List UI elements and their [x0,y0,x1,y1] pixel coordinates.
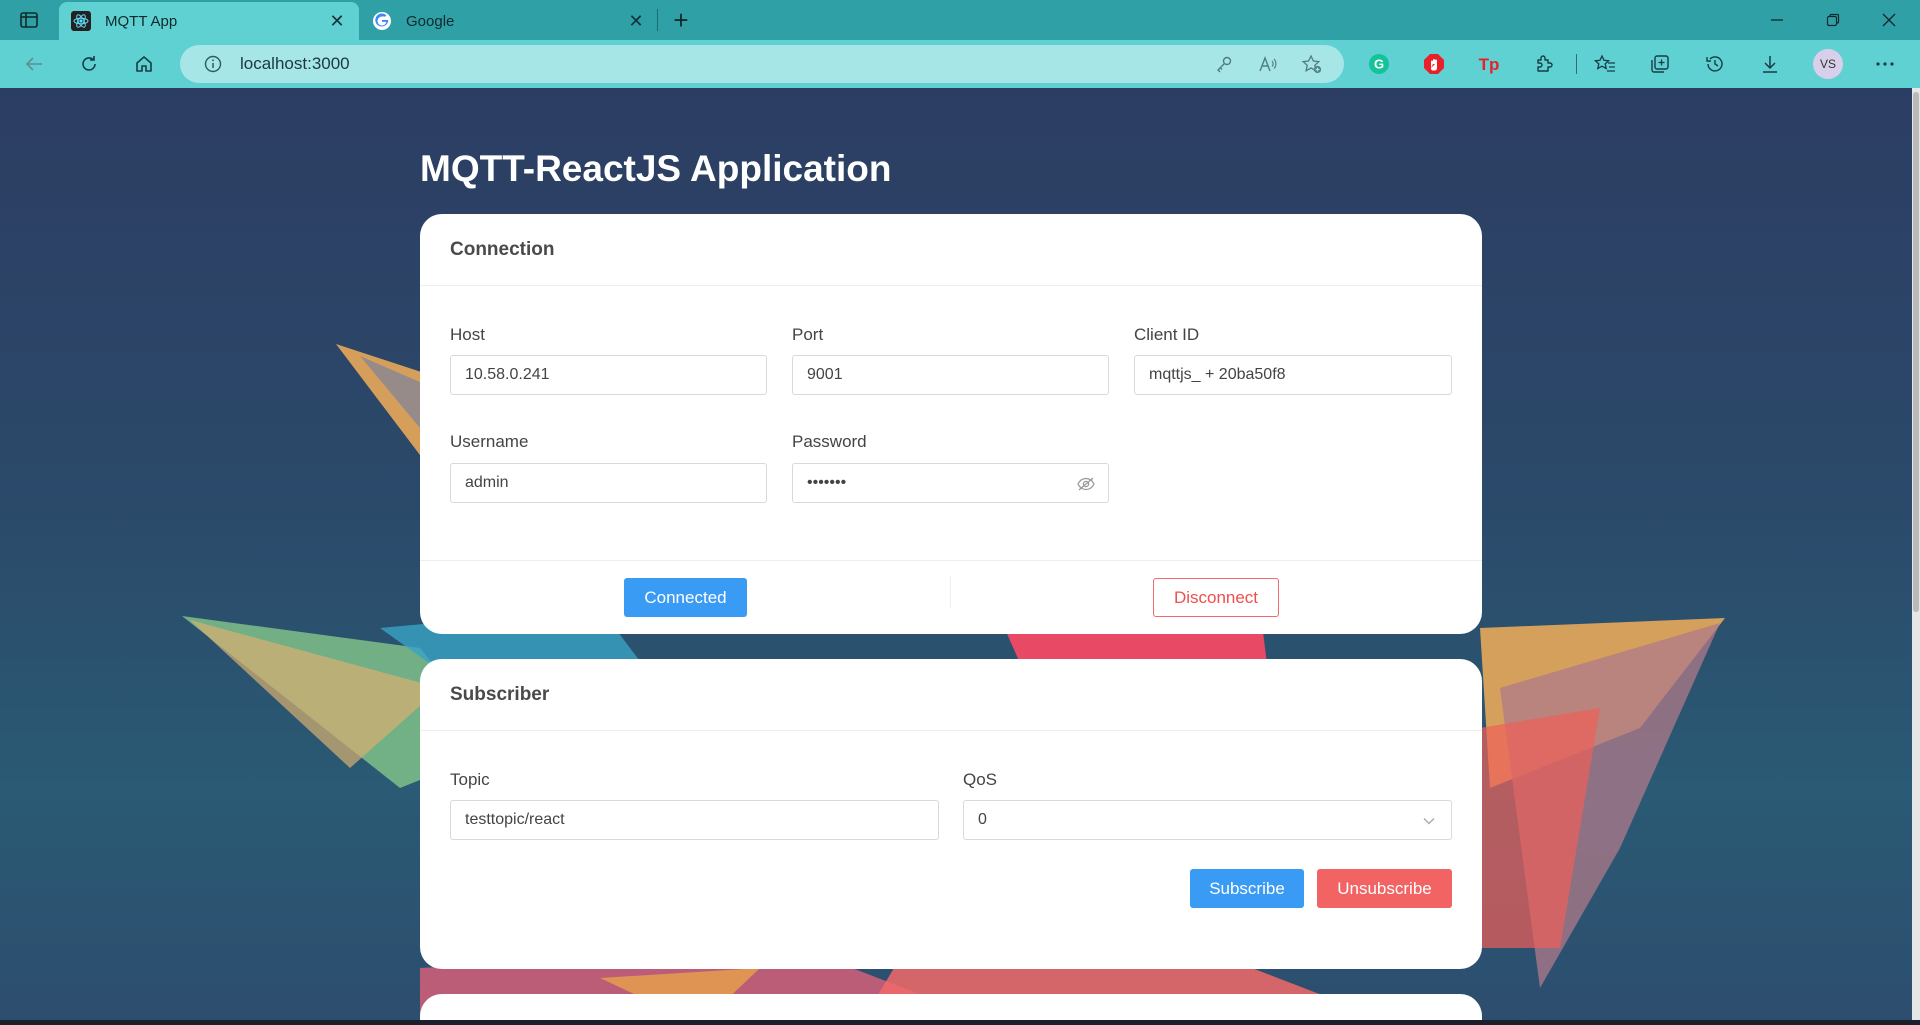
page-content: MQTT-ReactJS Application Connection Host… [0,88,1920,1025]
tab-mqtt-app[interactable]: MQTT App ✕ [59,2,359,40]
home-icon[interactable] [128,50,160,78]
adblock-icon[interactable] [1418,50,1450,78]
subscriber-card: Subscriber Topic testtopic/react QoS 0 S… [420,659,1482,969]
host-input[interactable]: 10.58.0.241 [450,355,767,395]
url-text[interactable]: localhost:3000 [240,54,350,74]
username-input[interactable]: admin [450,463,767,503]
address-bar[interactable]: localhost:3000 [180,45,1344,83]
close-tab-icon[interactable]: ✕ [626,11,646,31]
collections-icon[interactable] [1644,50,1676,78]
key-icon[interactable] [1210,51,1238,77]
tab-actions-icon[interactable] [14,8,44,32]
downloads-icon[interactable] [1754,50,1786,78]
connection-card: Connection Host 10.58.0.241 Port 9001 Cl… [420,214,1482,634]
taskbar-edge [0,1020,1920,1025]
svg-text:Tp: Tp [1479,55,1500,74]
tab-divider [657,9,658,31]
svg-text:G: G [1374,57,1384,72]
google-icon [372,11,392,31]
eye-invisible-icon[interactable] [1076,474,1096,494]
password-label: Password [792,432,867,451]
extensions-icon[interactable] [1528,50,1560,78]
topic-input[interactable]: testtopic/react [450,800,939,840]
close-window-icon[interactable] [1862,0,1916,40]
close-tab-icon[interactable]: ✕ [327,11,347,31]
scrollbar-thumb[interactable] [1913,92,1919,612]
card-footer-divider [420,560,1482,561]
client-id-input[interactable]: mqttjs_ + 20ba50f8 [1134,355,1452,395]
password-input[interactable]: ••••••• [792,463,1109,503]
browser-toolbar: localhost:3000 G Tp VS [0,40,1920,88]
tab-google[interactable]: Google ✕ [360,2,658,40]
password-value: ••••••• [807,474,847,491]
profile-avatar[interactable]: VS [1813,49,1843,79]
site-info-icon[interactable] [202,53,224,75]
back-icon[interactable] [18,50,50,78]
client-id-label: Client ID [1134,325,1200,344]
page-scrollbar[interactable] [1912,88,1920,1025]
tab-title: MQTT App [105,12,178,30]
disconnect-button[interactable]: Disconnect [1153,578,1279,617]
tab-title: Google [406,12,455,30]
qos-label: QoS [963,770,998,789]
grammarly-icon[interactable]: G [1363,50,1395,78]
tp-extension-icon[interactable]: Tp [1473,50,1505,78]
topic-label: Topic [450,770,490,789]
restore-icon[interactable] [1806,0,1860,40]
page-title: MQTT-ReactJS Application [420,148,892,189]
port-input[interactable]: 9001 [792,355,1109,395]
toolbar-divider [1576,54,1577,74]
qos-selected-value: 0 [978,811,987,828]
chevron-down-icon [1421,813,1437,829]
favorites-icon[interactable] [1589,50,1621,78]
connect-button[interactable]: Connected [624,578,747,617]
more-options-icon[interactable] [1869,50,1901,78]
port-label: Port [792,325,824,344]
new-tab-icon[interactable]: + [666,5,696,35]
browser-tab-bar: MQTT App ✕ Google ✕ + [0,0,1920,40]
subscribe-button[interactable]: Subscribe [1190,869,1304,908]
card-footer-separator [950,576,951,608]
refresh-icon[interactable] [73,50,105,78]
history-icon[interactable] [1699,50,1731,78]
qos-select[interactable]: 0 [963,800,1452,840]
username-label: Username [450,432,529,451]
unsubscribe-button[interactable]: Unsubscribe [1317,869,1452,908]
connection-card-title: Connection [420,214,1482,286]
read-aloud-icon[interactable] [1254,51,1282,77]
subscriber-card-title: Subscriber [420,659,1482,731]
react-icon [71,11,91,31]
host-label: Host [450,325,485,344]
favorite-add-icon[interactable] [1298,51,1326,77]
minimize-icon[interactable] [1750,0,1804,40]
